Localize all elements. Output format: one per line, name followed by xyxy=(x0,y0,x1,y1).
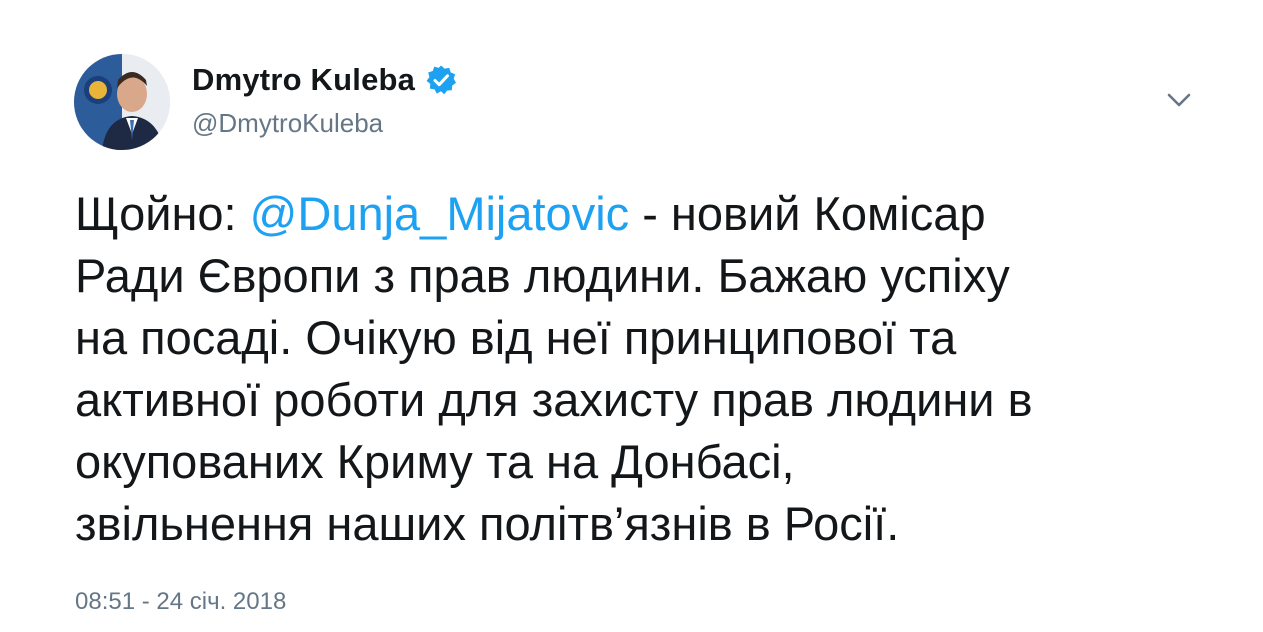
avatar[interactable] xyxy=(74,54,170,150)
profile-photo xyxy=(74,54,170,150)
chevron-down-icon[interactable] xyxy=(1163,88,1195,112)
tweet-timestamp[interactable]: 08:51 - 24 січ. 2018 xyxy=(75,588,286,616)
tweet-text-after: - новий Комісар Ради Європи з прав людин… xyxy=(75,187,1033,550)
tweet-text: Щойно: @Dunja_Mijatovic - новий Комісар … xyxy=(75,183,1215,555)
verified-badge-icon xyxy=(425,64,457,96)
tweet-card: Dmytro Kuleba @DmytroKuleba Щойно: @Dunj… xyxy=(0,0,1263,632)
name-row: Dmytro Kuleba xyxy=(192,58,457,102)
mention-link[interactable]: @Dunja_Mijatovic xyxy=(250,187,629,240)
author-display-name[interactable]: Dmytro Kuleba xyxy=(192,62,415,98)
author-handle[interactable]: @DmytroKuleba xyxy=(192,108,457,139)
author-info: Dmytro Kuleba @DmytroKuleba xyxy=(192,58,457,139)
tweet-text-before: Щойно: xyxy=(75,187,250,240)
